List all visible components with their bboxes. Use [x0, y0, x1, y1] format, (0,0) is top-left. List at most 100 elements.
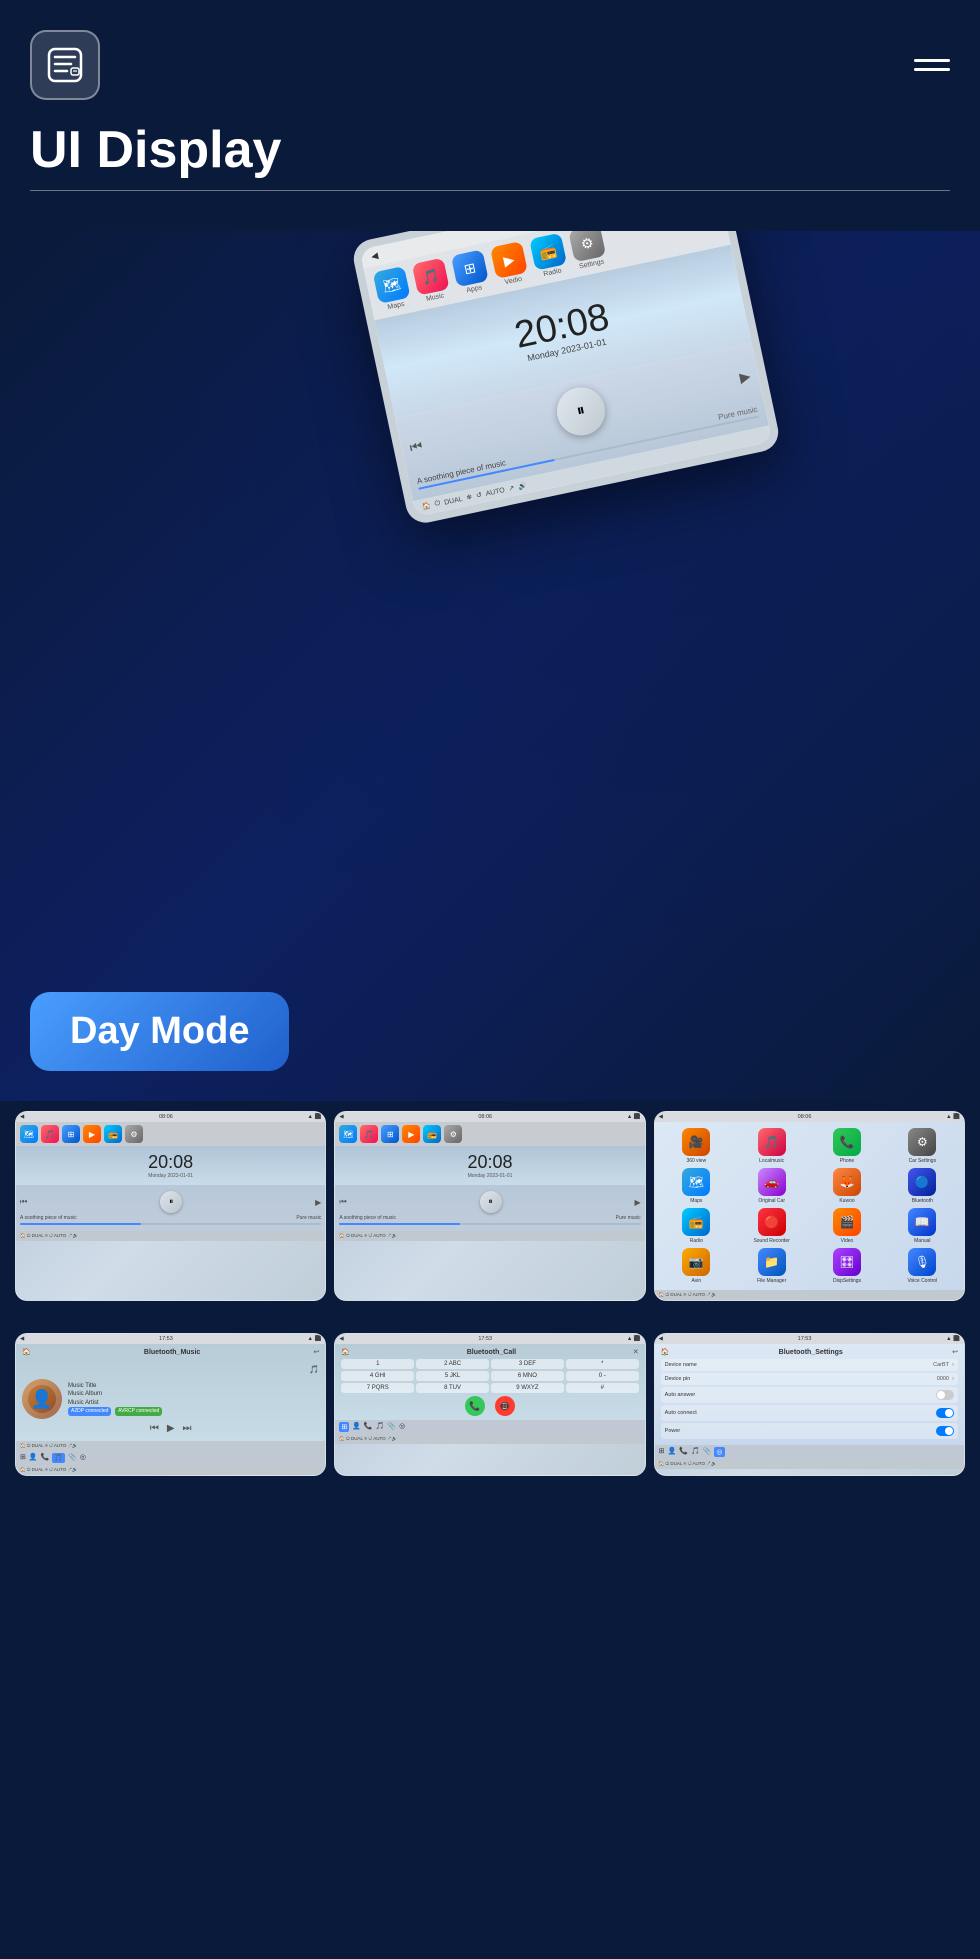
- gi-nav-apps-1[interactable]: ⊞: [62, 1125, 80, 1143]
- dial-8[interactable]: 8 TUV: [416, 1383, 489, 1393]
- app-maps[interactable]: 🗺 Maps: [661, 1168, 732, 1204]
- bt-icon-user-2[interactable]: 👤: [352, 1422, 361, 1432]
- app-dispsettings[interactable]: 🎛 DispSettings: [811, 1248, 882, 1284]
- gi-nav-settings-1[interactable]: ⚙: [125, 1125, 143, 1143]
- gi-nav-video-2[interactable]: ▶: [402, 1125, 420, 1143]
- bt-icon-clip[interactable]: 📎: [68, 1453, 77, 1463]
- bt-call-close[interactable]: ✕: [633, 1348, 639, 1356]
- gi-prev-2[interactable]: ⏮: [339, 1197, 346, 1207]
- gi-home-3[interactable]: 🏠: [659, 1292, 665, 1297]
- app-carsettings[interactable]: ⚙ Car Settings: [887, 1128, 958, 1164]
- bt-icon-grid-3[interactable]: ⊞: [659, 1447, 665, 1457]
- bt-icon-grid[interactable]: ⊞: [20, 1453, 26, 1463]
- gi-home-2[interactable]: 🏠: [339, 1233, 345, 1238]
- gi-nav-music-2[interactable]: 🎵: [360, 1125, 378, 1143]
- bt-music-home[interactable]: 🏠: [22, 1348, 31, 1356]
- nav-music[interactable]: 🎵 Music: [412, 258, 452, 305]
- nav-video[interactable]: ▶ Vedio: [490, 241, 530, 288]
- bt-icon-circle-2[interactable]: ◎: [399, 1422, 405, 1432]
- bt-icon-music-3[interactable]: 🎵: [691, 1447, 700, 1457]
- gi-nav-apps-2[interactable]: ⊞: [381, 1125, 399, 1143]
- dial-3[interactable]: 3 DEF: [491, 1359, 564, 1369]
- dial-4[interactable]: 4 GHI: [341, 1371, 414, 1381]
- dial-9[interactable]: 9 WXYZ: [491, 1383, 564, 1393]
- bt-icon-circle-3[interactable]: ◎: [714, 1447, 724, 1457]
- bt-icon-music-2[interactable]: 🎵: [376, 1422, 385, 1432]
- bt-answer-button[interactable]: 📞: [465, 1396, 485, 1416]
- bt-icon-grid-2[interactable]: ⊞: [339, 1422, 349, 1432]
- nav-settings[interactable]: ⚙ Settings: [568, 231, 608, 271]
- bt-icon-user-3[interactable]: 👤: [668, 1447, 677, 1457]
- nav-radio[interactable]: 📻 Radio: [529, 233, 569, 280]
- app-radio[interactable]: 📻 Radio: [661, 1208, 732, 1244]
- bt-icon-user[interactable]: 👤: [29, 1453, 38, 1463]
- gi-nav-radio-2[interactable]: 📻: [423, 1125, 441, 1143]
- next-icon[interactable]: ▶: [738, 367, 752, 386]
- bt-icon-music-active[interactable]: 🎵: [52, 1453, 65, 1463]
- app-voicecontrol[interactable]: 🎙 Voice Control: [887, 1248, 958, 1284]
- gi-nav-video-1[interactable]: ▶: [83, 1125, 101, 1143]
- bt-power-toggle[interactable]: [936, 1426, 954, 1436]
- prev-icon[interactable]: ⏮: [408, 437, 424, 456]
- bt-icon-circle[interactable]: ◎: [80, 1453, 86, 1463]
- dial-7[interactable]: 7 PQRS: [341, 1383, 414, 1393]
- bt-icon-clip-2[interactable]: 📎: [387, 1422, 396, 1432]
- gi-progress-2[interactable]: [339, 1223, 640, 1225]
- app-phone[interactable]: 📞 Phone: [811, 1128, 882, 1164]
- bt-icon-phone-2[interactable]: 📞: [364, 1422, 373, 1432]
- dial-hash[interactable]: #: [566, 1383, 639, 1393]
- hamburger-menu[interactable]: [914, 59, 950, 71]
- bt-next[interactable]: ⏭: [183, 1423, 192, 1434]
- app-bluetooth[interactable]: 🔵 Bluetooth: [887, 1168, 958, 1204]
- gi-progress-1[interactable]: [20, 1223, 321, 1225]
- gi-bt-home-1[interactable]: 🏠: [20, 1443, 26, 1448]
- bt-icon-phone-3[interactable]: 📞: [679, 1447, 688, 1457]
- nav-maps[interactable]: 🗺 Maps: [373, 266, 413, 313]
- app-soundrecorder[interactable]: 🔴 Sound Recorder: [736, 1208, 807, 1244]
- dial-5[interactable]: 5 JKL: [416, 1371, 489, 1381]
- app-360view[interactable]: 🎥 360 view: [661, 1128, 732, 1164]
- play-pause-button[interactable]: ⏸: [552, 383, 609, 440]
- dial-2[interactable]: 2 ABC: [416, 1359, 489, 1369]
- home-icon[interactable]: 🏠: [422, 502, 432, 512]
- gi-nav-music-1[interactable]: 🎵: [41, 1125, 59, 1143]
- bt-prev[interactable]: ⏮: [150, 1423, 159, 1434]
- bt-call-home[interactable]: 🏠: [341, 1348, 350, 1356]
- dial-6[interactable]: 6 MNO: [491, 1371, 564, 1381]
- gi-pwr-2[interactable]: ⏻: [346, 1233, 350, 1238]
- bt-settings-home[interactable]: 🏠: [661, 1348, 670, 1356]
- app-filemanager[interactable]: 📁 File Manager: [736, 1248, 807, 1284]
- gi-next-2[interactable]: ▶: [635, 1198, 641, 1207]
- bt-play[interactable]: ▶: [167, 1423, 175, 1434]
- gi-play-1[interactable]: ⏸: [160, 1191, 182, 1213]
- bt-icon-phone[interactable]: 📞: [41, 1453, 50, 1463]
- dial-0minus[interactable]: 0 -: [566, 1371, 639, 1381]
- gi-play-2[interactable]: ⏸: [480, 1191, 502, 1213]
- gi-next-1[interactable]: ▶: [315, 1198, 321, 1207]
- gi-home-1[interactable]: 🏠: [20, 1233, 26, 1238]
- gi-nav-radio-1[interactable]: 📻: [104, 1125, 122, 1143]
- bt-auto-answer-toggle[interactable]: [936, 1390, 954, 1400]
- app-originalcar[interactable]: 🚗 Original Car: [736, 1168, 807, 1204]
- gi-nav-maps-2[interactable]: 🗺: [339, 1125, 357, 1143]
- bt-hangup-button[interactable]: 📵: [495, 1396, 515, 1416]
- vol-icon[interactable]: 🔊: [517, 481, 527, 491]
- dial-star[interactable]: *: [566, 1359, 639, 1369]
- app-avin[interactable]: 📷 Avin: [661, 1248, 732, 1284]
- bt-auto-connect-toggle[interactable]: [936, 1408, 954, 1418]
- bt-music-return[interactable]: ↩: [313, 1348, 319, 1356]
- dial-1[interactable]: 1: [341, 1359, 414, 1369]
- gi-prev-1[interactable]: ⏮: [20, 1197, 27, 1207]
- power-icon[interactable]: ⏻: [434, 500, 441, 509]
- gi-pwr-1[interactable]: ⏻: [27, 1233, 31, 1238]
- logo-icon[interactable]: [30, 30, 100, 100]
- bt-settings-return[interactable]: ↩: [952, 1348, 958, 1356]
- gi-nav-settings-2[interactable]: ⚙: [444, 1125, 462, 1143]
- nav-apps[interactable]: ⊞ Apps: [451, 249, 491, 296]
- app-kuwoo[interactable]: 🦊 Kuwoo: [811, 1168, 882, 1204]
- bt-icon-clip-3[interactable]: 📎: [703, 1447, 712, 1457]
- app-localmusic[interactable]: 🎵 Localmusic: [736, 1128, 807, 1164]
- gi-nav-maps-1[interactable]: 🗺: [20, 1125, 38, 1143]
- app-video[interactable]: 🎬 Video: [811, 1208, 882, 1244]
- app-manual[interactable]: 📖 Manual: [887, 1208, 958, 1244]
